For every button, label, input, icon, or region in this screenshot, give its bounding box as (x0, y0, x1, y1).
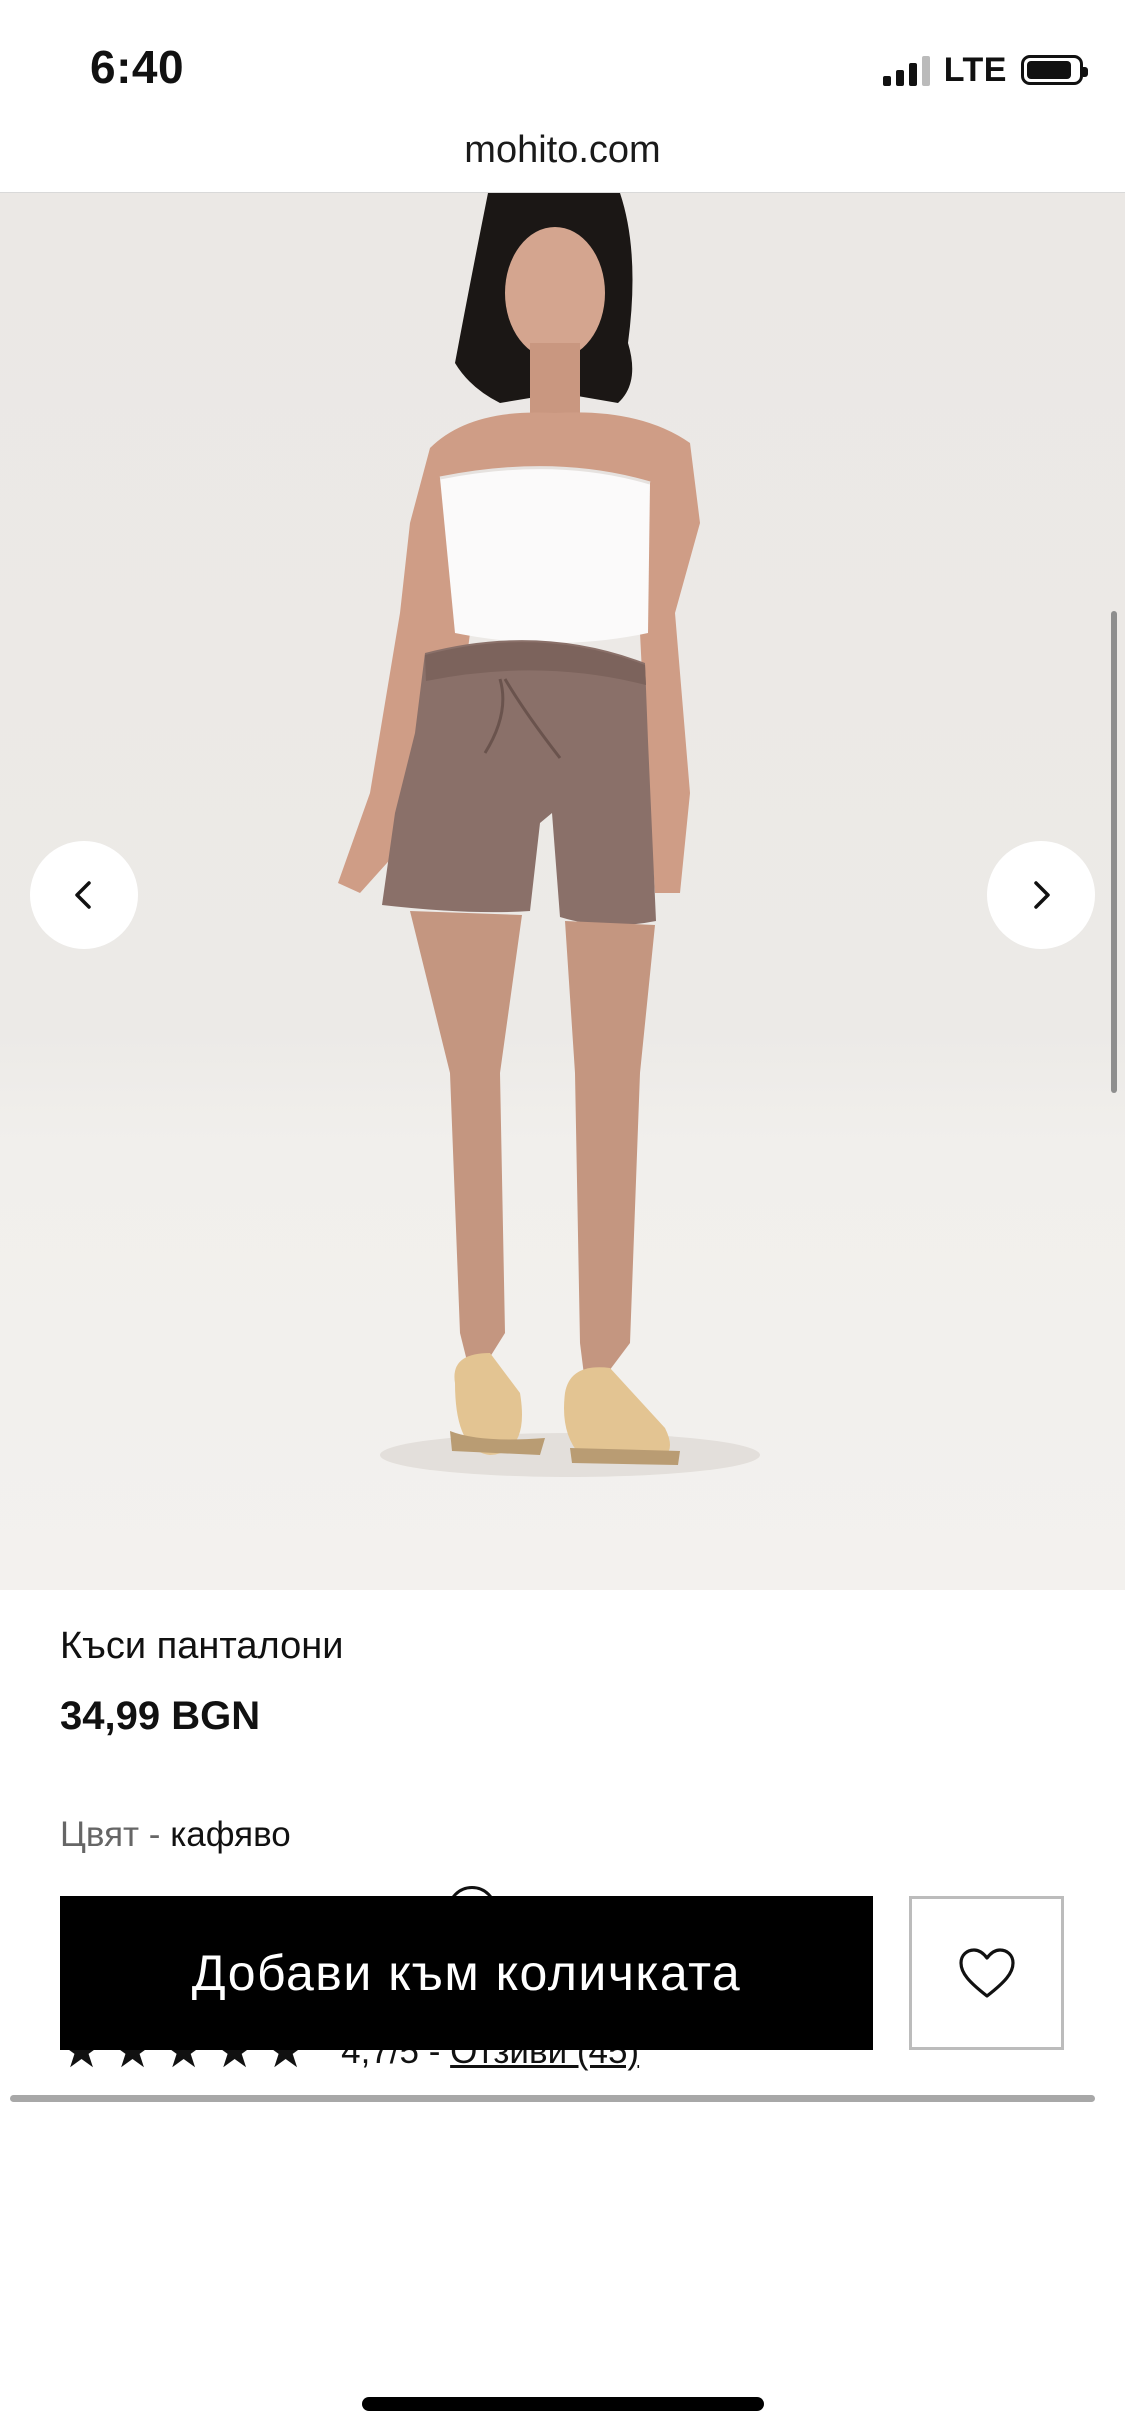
address-bar[interactable]: mohito.com (0, 122, 1125, 193)
status-indicators: LTE (882, 50, 1088, 90)
url-text: mohito.com (464, 129, 661, 171)
home-indicator[interactable] (362, 2397, 764, 2411)
status-time: 6:40 (90, 41, 185, 93)
chevron-left-icon (75, 881, 91, 909)
cellular-signal-icon (882, 54, 930, 86)
color-value: кафяво (170, 1815, 291, 1854)
status-bar: 6:40 LTE (0, 0, 1125, 132)
vertical-scroll-indicator (1111, 611, 1117, 1093)
previous-image-button[interactable] (30, 841, 138, 949)
network-type: LTE (943, 50, 1007, 89)
heart-icon (958, 1948, 1015, 1998)
color-separator: - (139, 1815, 171, 1854)
horizontal-scroll-indicator (10, 2095, 1095, 2102)
wishlist-button[interactable] (909, 1896, 1064, 2050)
product-price: 34,99 BGN (60, 1694, 261, 1738)
battery-icon (1021, 55, 1088, 85)
color-info: Цвят - кафяво (60, 1815, 291, 1855)
chevron-right-icon (1034, 881, 1050, 909)
color-label: Цвят (60, 1815, 140, 1854)
add-to-cart-button[interactable]: Добави към количката (60, 1896, 873, 2050)
product-title: Къси панталони (60, 1625, 344, 1667)
product-photo (338, 193, 760, 1477)
next-image-button[interactable] (987, 841, 1095, 949)
product-image-gallery[interactable] (0, 193, 1125, 1590)
